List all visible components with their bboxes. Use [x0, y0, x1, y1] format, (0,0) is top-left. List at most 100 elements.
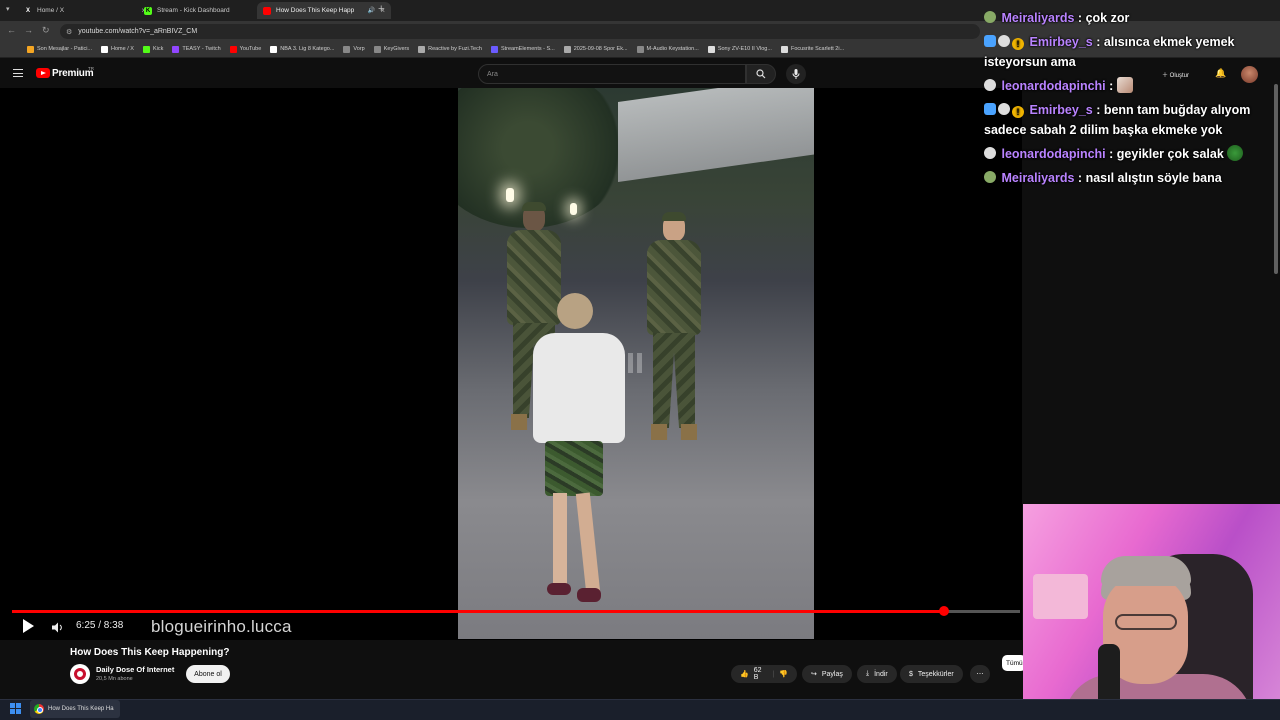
progress-played [12, 610, 945, 613]
bookmark-label: Focusrite Scarlett 2i... [790, 46, 845, 52]
tab-youtube[interactable]: How Does This Keep Happ 🔊 × [257, 2, 391, 19]
chrome-icon [34, 704, 44, 714]
subscriber-badge-icon [998, 103, 1010, 115]
tab-label: Home / X [37, 7, 65, 14]
subscriber-badge-icon [998, 35, 1010, 47]
chat-username: leonardodapinchi [1001, 79, 1106, 93]
bookmark-label: KeyGivers [383, 46, 410, 52]
cat-badge-icon [984, 11, 996, 23]
bookmark-favicon-icon [343, 45, 351, 53]
search-icon [756, 69, 766, 79]
share-button[interactable]: ↪ Paylaş [802, 665, 852, 683]
bookmark-item[interactable]: KeyGivers [373, 45, 410, 53]
bookmark-item[interactable]: 2025-09-08 Spor Ek... [563, 45, 628, 53]
thanks-label: Teşekkürler [917, 670, 954, 678]
bookmark-favicon-icon [563, 45, 571, 53]
dislike-icon[interactable]: 👎 [779, 670, 788, 678]
taskbar-app-label: How Does This Keep Ha [48, 706, 114, 712]
volume-button[interactable] [52, 620, 64, 638]
address-bar[interactable]: ⚙ youtube.com/watch?v=_aRnBIVZ_CM [60, 24, 980, 39]
page-scrollbar[interactable] [1274, 84, 1278, 274]
subscribe-button[interactable]: Abone ol [186, 665, 230, 683]
gold-badge-icon: ! [1012, 38, 1024, 50]
search-input[interactable]: Ara [478, 64, 746, 84]
subscriber-badge-icon [984, 147, 996, 159]
bookmark-item[interactable]: YouTube [229, 45, 262, 53]
download-icon: ⤓ [866, 670, 870, 677]
chat-message: leonardodapinchi : geyikler çok salak [984, 144, 1244, 164]
tab-x[interactable]: X Home / X × [18, 2, 152, 19]
bookmark-label: YouTube [239, 46, 262, 52]
bookmark-favicon-icon [270, 45, 278, 53]
emote-image [1116, 77, 1133, 93]
bookmark-favicon-icon [490, 45, 498, 53]
taskbar-chrome-app[interactable]: How Does This Keep Ha [30, 700, 120, 718]
bookmark-label: Reactive by Fuzi.Tech [428, 46, 482, 52]
back-icon[interactable]: ← [7, 25, 16, 35]
channel-avatar[interactable] [70, 664, 90, 684]
moderator-badge-icon [984, 103, 996, 115]
bookmark-favicon-icon [142, 45, 150, 53]
chat-username: leonardodapinchi [1001, 147, 1106, 161]
gold-badge-icon: ! [1012, 106, 1024, 118]
bookmark-favicon-icon [229, 45, 237, 53]
bookmark-favicon-icon [27, 45, 34, 53]
bookmark-favicon-icon [101, 45, 109, 53]
bookmark-label: Sony ZV-E10 II Vlog... [717, 46, 772, 52]
like-dislike-group: 👍 62 B | 👎 [731, 665, 797, 683]
url-text: youtube.com/watch?v=_aRnBIVZ_CM [78, 28, 198, 35]
tab-kick[interactable]: K Stream - Kick Dashboard × [138, 2, 272, 19]
windows-start-icon[interactable] [10, 703, 21, 714]
bookmark-item[interactable]: TEASY - Twitch [172, 45, 221, 53]
bookmark-item[interactable]: NBA 3. Lig 8 Katego... [270, 45, 334, 53]
thanks-button[interactable]: $ Teşekkürler [900, 665, 963, 683]
region-code: TR [88, 66, 94, 71]
channel-name[interactable]: Daily Dose Of Internet [96, 665, 174, 674]
x-icon: X [25, 7, 30, 14]
audio-icon[interactable]: 🔊 [368, 7, 375, 14]
bookmark-item[interactable]: Vorp [343, 45, 365, 53]
street-lamp [506, 188, 514, 202]
new-tab-button[interactable]: + [378, 3, 384, 15]
more-icon: ⋯ [976, 671, 984, 678]
bookmark-favicon-icon [418, 45, 426, 53]
bookmark-item[interactable]: M-Audio Keystation... [636, 45, 699, 53]
search-button[interactable] [746, 64, 776, 84]
pause-indicator-icon [628, 353, 644, 373]
tab-search-icon[interactable]: ▾ [6, 5, 10, 13]
bookmark-label: Vorp [353, 46, 365, 52]
thanks-icon: $ [909, 670, 913, 678]
bookmark-item[interactable]: Home / X [101, 45, 134, 53]
reload-icon[interactable]: ↻ [42, 25, 50, 36]
chat-text: nasıl alıştın söyle bana [1085, 171, 1222, 185]
child-figure [533, 293, 625, 613]
site-info-icon[interactable]: ⚙ [66, 28, 72, 36]
streamer-webcam [1023, 504, 1280, 720]
video-frame[interactable] [458, 88, 814, 639]
bookmark-item[interactable]: Kick [142, 45, 163, 53]
chat-message: ! Emirbey_s : alısınca ekmek yemek istey… [984, 35, 1235, 69]
forward-icon[interactable]: → [24, 25, 33, 35]
bookmark-label: Home / X [111, 46, 134, 52]
like-icon[interactable]: 👍 [740, 670, 749, 678]
stream-chat-overlay: Meiraliyards : çok zor ! Emirbey_s : alı… [980, 0, 1280, 200]
bookmark-favicon-icon [636, 45, 644, 53]
chat-username: Meiraliyards [1001, 11, 1075, 25]
voice-search-button[interactable] [786, 64, 806, 84]
bookmark-item[interactable]: StreamElements - S... [490, 45, 555, 53]
bookmark-favicon-icon [172, 45, 180, 53]
bookmark-item[interactable]: Sony ZV-E10 II Vlog... [707, 45, 772, 53]
bookmark-item[interactable]: Focusrite Scarlett 2i... [780, 45, 845, 53]
more-actions-button[interactable]: ⋯ [970, 665, 990, 683]
youtube-logo[interactable] [36, 68, 50, 78]
chat-username: Meiraliyards [1001, 171, 1075, 185]
download-button[interactable]: ⤓ İndir [857, 665, 897, 683]
play-button[interactable] [23, 619, 34, 633]
chat-text: çok zor [1085, 11, 1130, 25]
bookmark-item[interactable]: Son Mesajlar - Patici... [27, 45, 92, 53]
menu-icon[interactable] [13, 69, 23, 77]
bookmark-item[interactable]: Reactive by Fuzi.Tech [418, 45, 482, 53]
subscriber-badge-icon [984, 79, 996, 91]
like-count[interactable]: 62 B [754, 667, 768, 681]
video-watermark: blogueirinho.lucca [151, 617, 292, 636]
